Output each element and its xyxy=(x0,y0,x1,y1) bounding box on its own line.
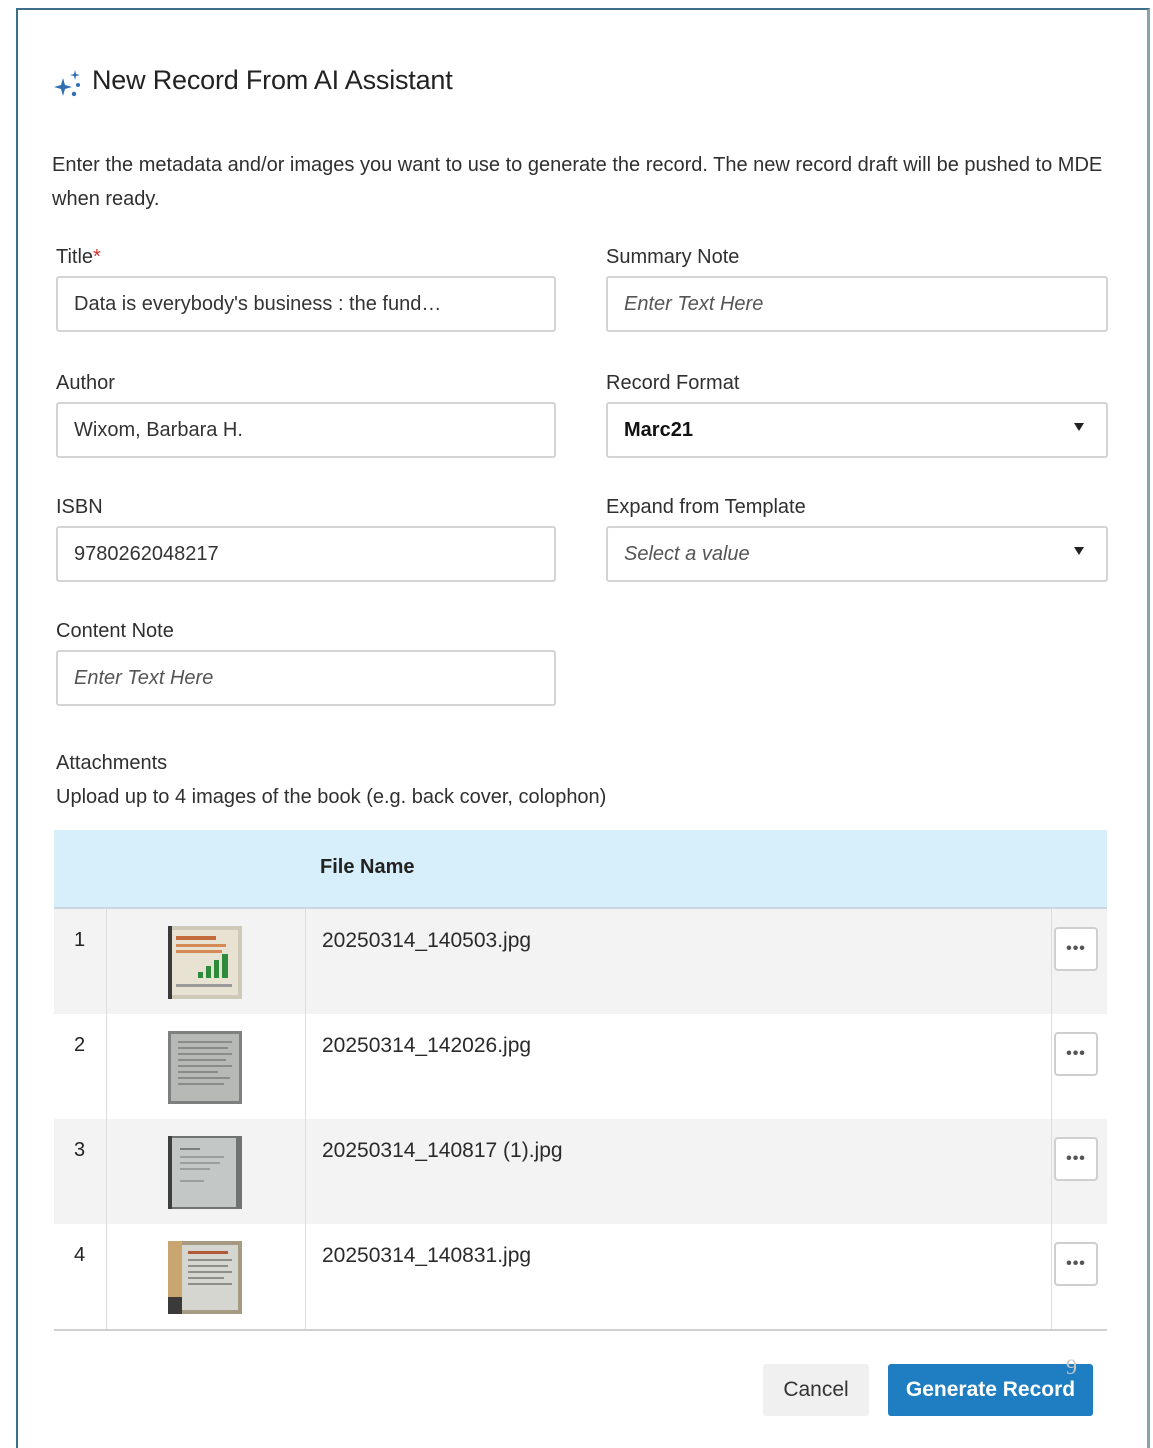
isbn-label: ISBN xyxy=(56,496,103,518)
cancel-button[interactable]: Cancel xyxy=(763,1364,869,1416)
chevron-down-icon xyxy=(1074,547,1084,555)
row-actions-button[interactable]: ••• xyxy=(1054,1032,1098,1076)
more-icon: ••• xyxy=(1066,1045,1086,1062)
summary-note-label: Summary Note xyxy=(606,246,740,268)
title-label: Title* xyxy=(56,246,101,268)
attachments-table: File Name 1 20250314_140503.jpg ••• 2 20… xyxy=(54,830,1107,1331)
title-field[interactable]: Data is everybody's business : the fund… xyxy=(56,276,556,332)
column-header-file-name[interactable]: File Name xyxy=(320,856,414,879)
content-note-label: Content Note xyxy=(56,620,174,642)
table-row: 3 20250314_140817 (1).jpg ••• xyxy=(54,1119,1107,1224)
dialog-description: Enter the metadata and/or images you wan… xyxy=(52,154,1103,210)
image-thumbnail[interactable] xyxy=(168,1136,242,1209)
dialog-header: New Record From AI Assistant xyxy=(52,60,453,100)
summary-note-placeholder: Enter Text Here xyxy=(624,292,764,315)
required-marker: * xyxy=(93,246,101,268)
author-value: Wixom, Barbara H. xyxy=(74,418,243,441)
record-format-label: Record Format xyxy=(606,372,740,394)
row-actions-button[interactable]: ••• xyxy=(1054,1242,1098,1286)
page-number: 9 xyxy=(1066,1354,1077,1379)
dialog-title: New Record From AI Assistant xyxy=(92,64,453,95)
record-format-value: Marc21 xyxy=(624,418,693,441)
file-name: 20250314_140831.jpg xyxy=(322,1244,532,1267)
expand-template-label: Expand from Template xyxy=(606,496,806,518)
content-note-placeholder: Enter Text Here xyxy=(74,666,214,689)
author-label: Author xyxy=(56,372,115,394)
chevron-down-icon xyxy=(1074,423,1084,431)
attachments-title: Attachments xyxy=(56,752,168,774)
more-icon: ••• xyxy=(1066,940,1086,957)
generate-record-button[interactable]: Generate Record xyxy=(888,1364,1093,1416)
image-thumbnail[interactable] xyxy=(168,1031,242,1104)
expand-template-select[interactable]: Select a value xyxy=(606,526,1108,582)
expand-template-placeholder: Select a value xyxy=(624,542,750,565)
isbn-field[interactable]: 9780262048217 xyxy=(56,526,556,582)
row-number: 2 xyxy=(74,1034,86,1056)
title-value: Data is everybody's business : the fund… xyxy=(74,292,442,315)
row-actions-button[interactable]: ••• xyxy=(1054,927,1098,971)
isbn-value: 9780262048217 xyxy=(74,542,219,565)
table-row: 1 20250314_140503.jpg ••• xyxy=(54,909,1107,1014)
sparkle-icon xyxy=(54,70,80,97)
author-field[interactable]: Wixom, Barbara H. xyxy=(56,402,556,458)
row-number: 1 xyxy=(74,929,86,951)
new-record-dialog: New Record From AI Assistant Enter the m… xyxy=(16,8,1150,1448)
table-row: 4 20250314_140831.jpg ••• xyxy=(54,1224,1107,1329)
row-actions-button[interactable]: ••• xyxy=(1054,1137,1098,1181)
file-name: 20250314_140503.jpg xyxy=(322,929,532,952)
image-thumbnail[interactable] xyxy=(168,926,242,999)
content-note-field[interactable]: Enter Text Here xyxy=(56,650,556,706)
file-name: 20250314_142026.jpg xyxy=(322,1034,532,1057)
more-icon: ••• xyxy=(1066,1150,1086,1167)
file-name: 20250314_140817 (1).jpg xyxy=(322,1139,563,1162)
summary-note-field[interactable]: Enter Text Here xyxy=(606,276,1108,332)
row-number: 3 xyxy=(74,1139,86,1161)
image-thumbnail[interactable] xyxy=(168,1241,242,1314)
more-icon: ••• xyxy=(1066,1255,1086,1272)
attachments-subtitle: Upload up to 4 images of the book (e.g. … xyxy=(56,786,607,808)
table-row: 2 20250314_142026.jpg ••• xyxy=(54,1014,1107,1119)
row-number: 4 xyxy=(74,1244,86,1266)
record-format-select[interactable]: Marc21 xyxy=(606,402,1108,458)
table-header: File Name xyxy=(54,830,1107,909)
